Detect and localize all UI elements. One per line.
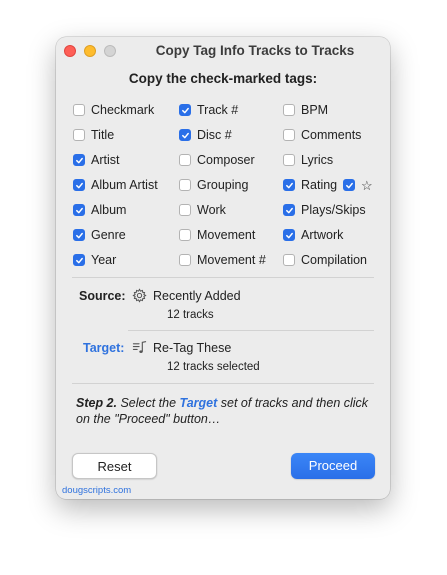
tag-option-comments[interactable]: Comments bbox=[283, 126, 361, 144]
tag-option-title[interactable]: Title bbox=[73, 126, 114, 144]
artwork-checkbox[interactable] bbox=[283, 229, 295, 241]
divider bbox=[72, 383, 374, 384]
compilation-label: Compilation bbox=[301, 253, 368, 267]
tag-option-artwork[interactable]: Artwork bbox=[283, 226, 343, 244]
divider bbox=[128, 330, 374, 331]
tag-option-track-number[interactable]: Track # bbox=[179, 101, 238, 119]
dougscripts-link[interactable]: dougscripts.com bbox=[62, 485, 131, 496]
title-checkbox[interactable] bbox=[73, 129, 85, 141]
proceed-button[interactable]: Proceed bbox=[291, 453, 375, 479]
bpm-checkbox[interactable] bbox=[283, 104, 295, 116]
tag-option-rating[interactable]: Rating bbox=[283, 176, 337, 194]
grouping-label: Grouping bbox=[197, 178, 249, 192]
composer-label: Composer bbox=[197, 153, 255, 167]
plays-skips-checkbox[interactable] bbox=[283, 204, 295, 216]
checkmark-checkbox[interactable] bbox=[73, 104, 85, 116]
tag-option-lyrics[interactable]: Lyrics bbox=[283, 151, 333, 169]
source-track-count: 12 tracks bbox=[167, 309, 214, 321]
title-label: Title bbox=[91, 128, 115, 142]
tag-option-composer[interactable]: Composer bbox=[179, 151, 255, 169]
rating-star-checkbox[interactable] bbox=[343, 179, 355, 191]
tag-option-album-artist[interactable]: Album Artist bbox=[73, 176, 158, 194]
movement-checkbox[interactable] bbox=[179, 229, 191, 241]
tags-heading: Copy the check-marked tags: bbox=[128, 71, 318, 86]
disc-number-checkbox[interactable] bbox=[179, 129, 191, 141]
target-label: Target: bbox=[83, 341, 125, 355]
disc-number-label: Disc # bbox=[197, 128, 232, 142]
work-label: Work bbox=[197, 203, 226, 217]
source-label: Source: bbox=[79, 289, 126, 303]
source-playlist-name: Recently Added bbox=[153, 289, 241, 303]
year-checkbox[interactable] bbox=[73, 254, 85, 266]
album-label: Album bbox=[91, 203, 127, 217]
instructions-target-word: Target bbox=[179, 396, 218, 410]
tag-option-work[interactable]: Work bbox=[179, 201, 226, 219]
tag-option-bpm[interactable]: BPM bbox=[283, 101, 328, 119]
zoom-window-button bbox=[104, 45, 116, 57]
album-checkbox[interactable] bbox=[73, 204, 85, 216]
tag-option-album[interactable]: Album bbox=[73, 201, 126, 219]
work-checkbox[interactable] bbox=[179, 204, 191, 216]
comments-label: Comments bbox=[301, 128, 362, 142]
album-artist-checkbox[interactable] bbox=[73, 179, 85, 191]
comments-checkbox[interactable] bbox=[283, 129, 295, 141]
tag-option-plays-skips[interactable]: Plays/Skips bbox=[283, 201, 366, 219]
lyrics-label: Lyrics bbox=[301, 153, 334, 167]
instructions-text-before: Select the bbox=[117, 396, 180, 410]
step-number: Step 2. bbox=[76, 396, 117, 410]
gear-icon bbox=[132, 288, 147, 303]
tag-option-compilation[interactable]: Compilation bbox=[283, 251, 367, 269]
target-track-count: 12 tracks selected bbox=[167, 361, 260, 373]
close-window-button[interactable] bbox=[64, 45, 76, 57]
grouping-checkbox[interactable] bbox=[179, 179, 191, 191]
track-number-checkbox[interactable] bbox=[179, 104, 191, 116]
rating-label: Rating bbox=[301, 178, 338, 192]
bpm-label: BPM bbox=[301, 103, 329, 117]
plays-skips-label: Plays/Skips bbox=[301, 203, 366, 217]
minimize-window-button[interactable] bbox=[84, 45, 96, 57]
movement-number-label: Movement # bbox=[197, 253, 266, 267]
window-title: Copy Tag Info Tracks to Tracks bbox=[155, 43, 355, 58]
rating-checkbox[interactable] bbox=[283, 179, 295, 191]
movement-label: Movement bbox=[197, 228, 256, 242]
movement-number-checkbox[interactable] bbox=[179, 254, 191, 266]
tag-option-checkmark[interactable]: Checkmark bbox=[73, 101, 154, 119]
artist-checkbox[interactable] bbox=[73, 154, 85, 166]
lyrics-checkbox[interactable] bbox=[283, 154, 295, 166]
album-artist-label: Album Artist bbox=[91, 178, 158, 192]
divider bbox=[72, 277, 374, 278]
tag-option-grouping[interactable]: Grouping bbox=[179, 176, 248, 194]
year-label: Year bbox=[91, 253, 117, 267]
tag-option-movement[interactable]: Movement bbox=[179, 226, 255, 244]
rating-star-option[interactable]: ☆ bbox=[343, 176, 373, 194]
reset-button[interactable]: Reset bbox=[72, 453, 157, 479]
tag-option-artist[interactable]: Artist bbox=[73, 151, 119, 169]
track-number-label: Track # bbox=[197, 103, 239, 117]
compilation-checkbox[interactable] bbox=[283, 254, 295, 266]
tag-option-year[interactable]: Year bbox=[73, 251, 116, 269]
title-bar: Copy Tag Info Tracks to Tracks bbox=[56, 37, 390, 65]
artist-label: Artist bbox=[91, 153, 120, 167]
tag-option-genre[interactable]: Genre bbox=[73, 226, 126, 244]
tag-option-movement-number[interactable]: Movement # bbox=[179, 251, 266, 269]
step-instructions: Step 2. Select the Target set of tracks … bbox=[76, 395, 376, 427]
copy-tag-info-window: Copy Tag Info Tracks to Tracks Copy the … bbox=[56, 37, 390, 499]
genre-checkbox[interactable] bbox=[73, 229, 85, 241]
target-playlist-name: Re-Tag These bbox=[153, 341, 232, 355]
tag-option-disc-number[interactable]: Disc # bbox=[179, 126, 232, 144]
playlist-music-icon bbox=[132, 340, 147, 355]
composer-checkbox[interactable] bbox=[179, 154, 191, 166]
checkmark-label: Checkmark bbox=[91, 103, 155, 117]
star-outline-icon: ☆ bbox=[361, 177, 373, 193]
genre-label: Genre bbox=[91, 228, 126, 242]
artwork-label: Artwork bbox=[301, 228, 344, 242]
